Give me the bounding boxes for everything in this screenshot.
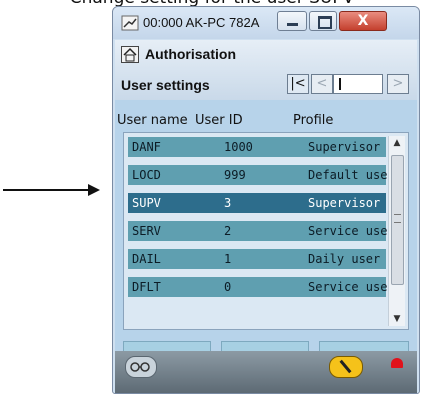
- user-id: 1000: [224, 140, 253, 154]
- user-row[interactable]: DFLT 0 Service user: [128, 277, 395, 297]
- user-id: 1: [224, 252, 232, 266]
- user-row[interactable]: DANF 1000 Supervisor: [128, 137, 386, 157]
- user-profile: Supervisor: [308, 140, 381, 154]
- user-profile: Daily user: [308, 252, 381, 266]
- glasses-glyph-icon: [130, 362, 150, 372]
- window-title: 00:000 AK-PC 782A: [143, 15, 260, 30]
- section-header: Authorisation User settings |< < >: [115, 40, 417, 100]
- scroll-up-icon[interactable]: ▲: [389, 136, 405, 150]
- column-header-user-name: User name: [117, 113, 188, 128]
- home-icon[interactable]: [121, 46, 139, 63]
- user-profile: Service user: [308, 280, 395, 294]
- user-name: SUPV: [132, 196, 161, 210]
- user-name: DFLT: [132, 280, 161, 294]
- nav-first-button[interactable]: |<: [287, 74, 309, 94]
- nav-prev-button[interactable]: <: [311, 74, 333, 94]
- user-name: DAIL: [132, 252, 161, 266]
- status-footer: [115, 351, 417, 393]
- glasses-key-icon[interactable]: [125, 356, 157, 378]
- user-profile: Service user: [308, 224, 395, 238]
- list-scrollbar[interactable]: ▲ ▼: [388, 136, 405, 326]
- grip-icon: [394, 214, 401, 223]
- user-name: DANF: [132, 140, 161, 154]
- user-profile: Default user: [308, 168, 395, 182]
- maximize-icon: [318, 16, 332, 29]
- page-subtitle: User settings: [121, 77, 210, 93]
- user-row[interactable]: DAIL 1 Daily user: [128, 249, 386, 269]
- nav-next-button[interactable]: >: [387, 74, 409, 94]
- text-caret: [339, 78, 341, 90]
- wrench-icon[interactable]: [329, 356, 363, 378]
- scrollbar-thumb[interactable]: [391, 155, 404, 285]
- main-panel: Authorisation User settings |< < > User …: [115, 40, 417, 391]
- title-bar: 00:000 AK-PC 782A X: [113, 7, 419, 39]
- position-field[interactable]: [333, 74, 383, 94]
- column-header-user-id: User ID: [195, 113, 243, 128]
- user-id: 3: [224, 196, 232, 210]
- user-id: 0: [224, 280, 232, 294]
- user-id: 2: [224, 224, 232, 238]
- user-row[interactable]: LOCD 999 Default user: [128, 165, 395, 185]
- column-header-profile: Profile: [293, 113, 334, 128]
- network-plug-icon: [121, 15, 139, 31]
- user-name: SERV: [132, 224, 161, 238]
- pointer-arrow-icon: [0, 184, 100, 196]
- user-row-selected[interactable]: SUPV 3 Supervisor: [128, 193, 386, 213]
- user-list: DANF 1000 Supervisor LOCD 999 Default us…: [123, 132, 409, 330]
- minimize-icon: [287, 23, 298, 26]
- close-button[interactable]: X: [339, 11, 387, 31]
- wrench-glyph-icon: [339, 359, 352, 374]
- minimize-button[interactable]: [277, 11, 307, 31]
- alarm-bell-icon[interactable]: [391, 358, 403, 368]
- home-glyph-icon: [123, 47, 137, 62]
- app-window: 00:000 AK-PC 782A X Authorisation User s…: [112, 6, 420, 394]
- scroll-down-icon[interactable]: ▼: [389, 312, 405, 326]
- user-profile: Supervisor: [308, 196, 381, 210]
- section-title: Authorisation: [145, 46, 236, 62]
- user-name: LOCD: [132, 168, 161, 182]
- user-id: 999: [224, 168, 246, 182]
- maximize-button[interactable]: [309, 11, 337, 31]
- user-row[interactable]: SERV 2 Service user: [128, 221, 395, 241]
